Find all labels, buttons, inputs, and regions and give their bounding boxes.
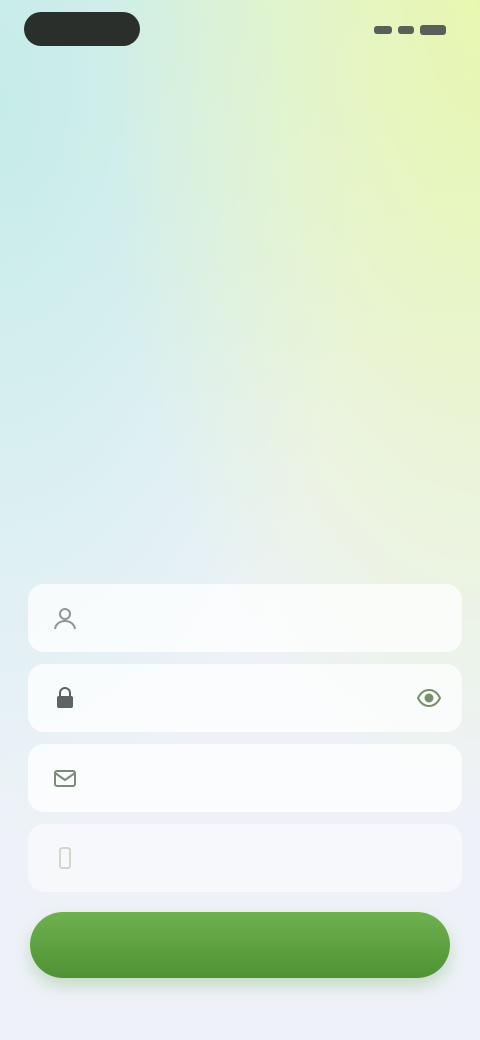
status-icons [360,24,446,36]
phone-icon [48,841,82,875]
toggle-password-visibility-icon[interactable] [414,683,444,713]
battery-icon [420,25,446,35]
signal-icon [374,26,392,34]
status-time-pill [24,12,140,46]
phone-field[interactable] [28,824,462,892]
email-field[interactable] [28,744,462,812]
password-field[interactable] [28,664,462,732]
user-icon [48,601,82,635]
submit-button[interactable] [30,912,450,978]
lock-icon [48,681,82,715]
phone-input[interactable] [94,848,462,868]
wifi-icon [398,26,414,34]
sign-up-form [28,584,462,904]
name-input[interactable] [94,608,462,628]
password-input[interactable] [94,688,414,708]
mail-icon [48,761,82,795]
name-field[interactable] [28,584,462,652]
email-input[interactable] [94,768,462,788]
